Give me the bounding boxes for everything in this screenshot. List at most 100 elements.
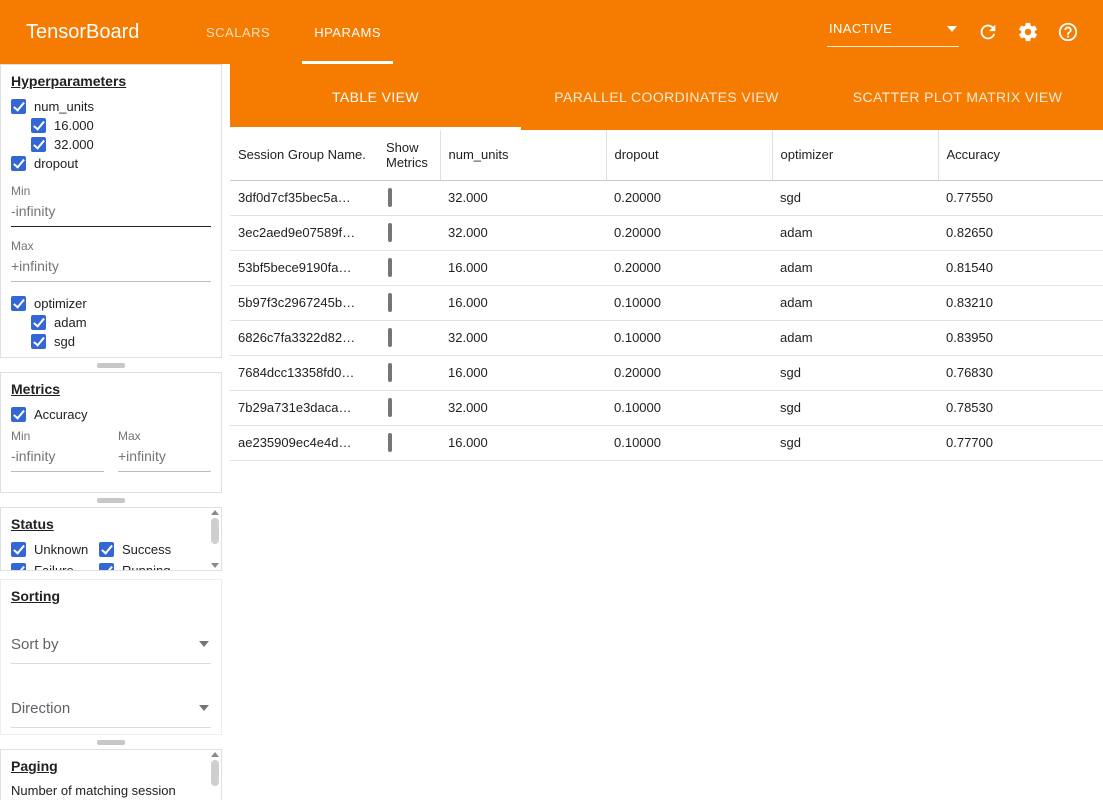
cell-accuracy: 0.81540	[938, 250, 1103, 285]
column-header-accuracy[interactable]: Accuracy	[938, 130, 1103, 180]
optimizer-sgd-checkbox[interactable]	[31, 334, 46, 349]
status-success-checkbox[interactable]	[99, 542, 114, 557]
cell-optimizer: sgd	[772, 180, 938, 215]
direction-value: Direction	[11, 700, 70, 717]
cell-show-metrics	[378, 285, 440, 320]
num-units-label: num_units	[34, 99, 94, 114]
scroll-down-icon[interactable]	[211, 563, 219, 568]
column-header-show-metrics[interactable]: Show Metrics	[378, 130, 440, 180]
hparam-optimizer-row: optimizer	[11, 294, 211, 312]
optimizer-label: optimizer	[34, 296, 87, 311]
status-running-checkbox[interactable]	[99, 563, 114, 572]
metrics-max-label: Max	[118, 429, 211, 443]
show-metrics-checkbox[interactable]	[388, 293, 392, 312]
column-header-optimizer[interactable]: optimizer	[772, 130, 938, 180]
cell-session-group-name: 3df0d7cf35bec5a…	[230, 180, 378, 215]
section-metrics: Metrics Accuracy Min Max	[0, 372, 222, 493]
tab-table-view[interactable]: TABLE VIEW	[230, 64, 521, 130]
num-units-32-label: 32.000	[54, 137, 94, 152]
scroll-up-icon[interactable]	[211, 510, 219, 515]
top-bar-actions: INACTIVE	[827, 17, 1103, 47]
status-dropdown[interactable]: INACTIVE	[827, 17, 959, 47]
cell-optimizer: adam	[772, 320, 938, 355]
table-row: 53bf5bece9190fa… 16.000 0.20000 adam 0.8…	[230, 250, 1103, 285]
help-icon[interactable]	[1057, 21, 1079, 43]
show-metrics-checkbox[interactable]	[388, 223, 392, 242]
cell-num-units: 32.000	[440, 320, 606, 355]
cell-num-units: 16.000	[440, 250, 606, 285]
cell-optimizer: adam	[772, 215, 938, 250]
show-metrics-checkbox[interactable]	[388, 363, 392, 382]
show-metrics-checkbox[interactable]	[388, 433, 392, 452]
cell-num-units: 16.000	[440, 355, 606, 390]
scroll-up-icon[interactable]	[211, 752, 219, 757]
direction-select[interactable]: Direction	[11, 694, 211, 728]
metrics-minmax: Min Max	[11, 429, 211, 472]
tab-scalars[interactable]: SCALARS	[184, 0, 292, 64]
cell-session-group-name: 7684dcc13358fd0…	[230, 355, 378, 390]
tab-parallel-coordinates-view[interactable]: PARALLEL COORDINATES VIEW	[521, 64, 812, 130]
cell-show-metrics	[378, 250, 440, 285]
section-sorting: Sorting Sort by Direction	[0, 579, 222, 735]
hparam-num-units-row: num_units	[11, 97, 211, 115]
show-metrics-checkbox[interactable]	[388, 188, 392, 207]
column-header-num-units[interactable]: num_units	[440, 130, 606, 180]
metrics-heading: Metrics	[11, 381, 211, 397]
status-failure-label: Failure	[34, 563, 74, 572]
table-header-row: Session Group Name. Show Metrics num_uni…	[230, 130, 1103, 180]
cell-num-units: 16.000	[440, 425, 606, 460]
table-row: ae235909ec4e4d… 16.000 0.10000 sgd 0.777…	[230, 425, 1103, 460]
num-units-value-row: 32.000	[31, 135, 211, 153]
top-nav: SCALARS HPARAMS	[184, 0, 403, 64]
tab-scatter-plot-matrix-view[interactable]: SCATTER PLOT MATRIX VIEW	[812, 64, 1103, 130]
cell-accuracy: 0.77550	[938, 180, 1103, 215]
column-header-dropout[interactable]: dropout	[606, 130, 772, 180]
view-tabs: TABLE VIEW PARALLEL COORDINATES VIEW SCA…	[230, 64, 1103, 130]
resize-handle[interactable]	[0, 735, 222, 749]
table-row: 3df0d7cf35bec5a… 32.000 0.20000 sgd 0.77…	[230, 180, 1103, 215]
sort-by-select[interactable]: Sort by	[11, 630, 211, 664]
tab-hparams[interactable]: HPARAMS	[292, 0, 403, 64]
metrics-max-input[interactable]	[118, 443, 211, 472]
status-option-row: Running	[99, 561, 197, 571]
cell-show-metrics	[378, 215, 440, 250]
metrics-min-label: Min	[11, 429, 104, 443]
cell-dropout: 0.20000	[606, 250, 772, 285]
status-option-row: Unknown	[11, 540, 99, 558]
column-header-session-group-name[interactable]: Session Group Name.	[230, 130, 378, 180]
num-units-16-checkbox[interactable]	[31, 118, 46, 133]
status-success-label: Success	[122, 542, 171, 557]
num-units-checkbox[interactable]	[11, 99, 26, 114]
show-metrics-checkbox[interactable]	[388, 398, 392, 417]
optimizer-adam-checkbox[interactable]	[31, 315, 46, 330]
cell-show-metrics	[378, 180, 440, 215]
status-scrollbar[interactable]	[209, 510, 220, 568]
metric-accuracy-row: Accuracy	[11, 405, 211, 423]
accuracy-checkbox[interactable]	[11, 407, 26, 422]
cell-dropout: 0.20000	[606, 355, 772, 390]
show-metrics-checkbox[interactable]	[388, 328, 392, 347]
resize-handle[interactable]	[0, 358, 222, 372]
cell-show-metrics	[378, 390, 440, 425]
table-row: 6826c7fa3322d82… 32.000 0.10000 adam 0.8…	[230, 320, 1103, 355]
cell-dropout: 0.10000	[606, 320, 772, 355]
scrollbar-thumb[interactable]	[211, 760, 219, 786]
show-metrics-checkbox[interactable]	[388, 258, 392, 277]
table-row: 7b29a731e3daca… 32.000 0.10000 sgd 0.785…	[230, 390, 1103, 425]
status-failure-checkbox[interactable]	[11, 563, 26, 572]
metrics-min-input[interactable]	[11, 443, 104, 472]
dropout-checkbox[interactable]	[11, 156, 26, 171]
dropout-max-input[interactable]	[11, 253, 211, 282]
status-unknown-checkbox[interactable]	[11, 542, 26, 557]
dropout-min-input[interactable]	[11, 198, 211, 227]
resize-handle[interactable]	[0, 493, 222, 507]
status-option-row: Success	[99, 540, 197, 558]
paging-scrollbar[interactable]	[209, 752, 220, 800]
optimizer-checkbox[interactable]	[11, 296, 26, 311]
cell-accuracy: 0.78530	[938, 390, 1103, 425]
refresh-icon[interactable]	[977, 21, 999, 43]
paging-heading: Paging	[11, 758, 211, 774]
gear-icon[interactable]	[1017, 21, 1039, 43]
num-units-32-checkbox[interactable]	[31, 137, 46, 152]
scrollbar-thumb[interactable]	[211, 518, 219, 544]
